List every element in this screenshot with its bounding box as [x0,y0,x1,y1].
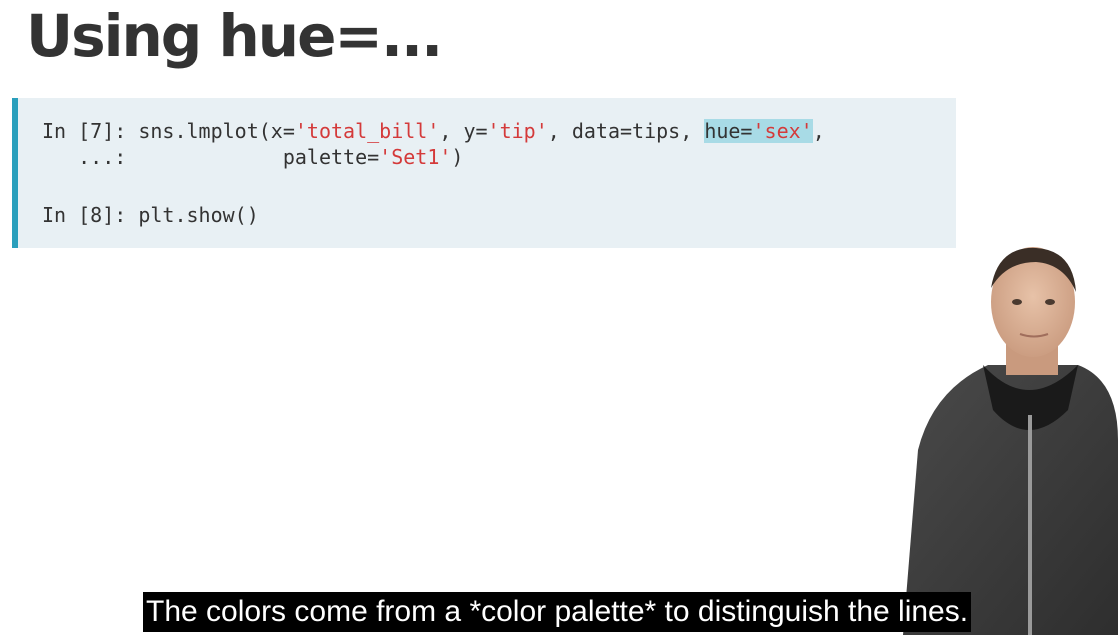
code-call: sns.lmplot(x= [138,119,295,143]
string-total-bill: 'total_bill' [294,119,440,143]
code-comma: , [812,119,825,143]
code-line-1: In [7]: sns.lmplot(x='total_bill', y='ti… [42,118,825,144]
continuation-prompt: ...: [42,145,283,169]
palette-key: palette= [282,145,380,169]
string-tip: 'tip' [487,119,548,143]
code-line-2: ...: palette='Set1') [42,144,463,170]
string-sex: 'sex' [752,119,813,143]
presenter-video [903,247,1118,635]
string-set1: 'Set1' [379,145,452,169]
slide-title: Using hue=... [26,2,443,70]
code-line-3: In [8]: plt.show() [42,202,259,228]
hue-key: hue= [704,119,753,143]
code-sep: , y= [439,119,488,143]
subtitle-caption: The colors come from a *color palette* t… [143,592,972,632]
prompt-in-7: In [7]: [42,119,139,143]
code-plt-show: plt.show() [138,203,259,227]
code-block: In [7]: sns.lmplot(x='total_bill', y='ti… [12,98,956,248]
code-close-paren: ) [451,145,464,169]
code-sep: , data=tips, [547,119,705,143]
prompt-in-8: In [8]: [42,203,139,227]
highlighted-hue-arg: hue='sex' [704,119,813,143]
